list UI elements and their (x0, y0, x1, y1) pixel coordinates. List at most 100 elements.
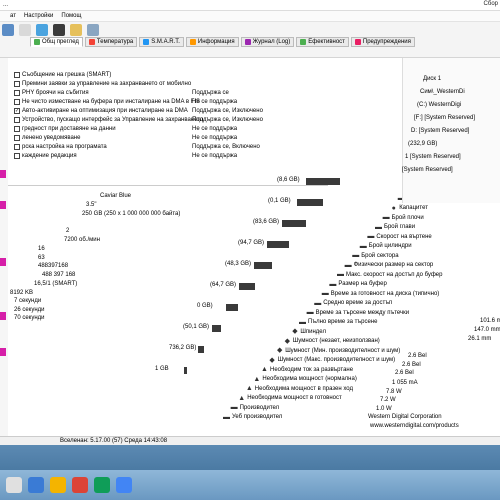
tab-temperature[interactable]: Температура (84, 37, 138, 47)
info-icon: ▬ (344, 261, 352, 269)
right-panel-item[interactable]: [System Reserved] (402, 167, 453, 173)
info-icon (189, 39, 196, 45)
info-row: ◆ Шумност (Макс. производителност и шум) (269, 357, 395, 364)
feature-checkbox[interactable] (14, 99, 20, 105)
right-panel-item[interactable]: D: [System Reserved] (411, 128, 469, 134)
info-icon: ▲ (261, 366, 268, 373)
back-icon[interactable] (2, 24, 14, 36)
tools-icon[interactable] (70, 24, 82, 36)
feature-checkbox[interactable] (14, 81, 20, 87)
info-label: Брой сектора (361, 252, 399, 259)
info-value: 26.1 mm (468, 336, 492, 342)
info-value: 147.0 mm (474, 327, 500, 333)
folder-icon[interactable] (50, 477, 66, 493)
disk-value: Caviar Blue (100, 193, 132, 199)
tab-log[interactable]: Журнал (Log) (240, 37, 295, 47)
feature-value: Поддържа се, Изключено (192, 117, 263, 123)
app2-icon[interactable] (94, 477, 110, 493)
info-value: 1.0 W (376, 406, 392, 412)
info-row: ◆ Шумност (незает, неизползван) (284, 338, 380, 345)
tab-warnings[interactable]: Предупреждения (350, 37, 415, 47)
info-label: Макс. скорост на достъп до буфер (346, 271, 443, 278)
info-icon: ▲ (253, 375, 261, 383)
feature-label: PHY броячи на събития (22, 90, 89, 96)
info-row: ▬ Средно време за достъп (314, 300, 392, 307)
info-icon: ▬ (329, 280, 337, 288)
info-icon: ▲ (245, 385, 253, 392)
info-value: www.westerndigital.com/products (370, 423, 459, 429)
info-label: Шумност (Мин. производителност и шум) (285, 347, 401, 354)
info-label: Необходима мощност в празен ход (254, 385, 353, 392)
smart-icon (143, 39, 150, 45)
right-panel-item[interactable]: (C:) WesternDigi (417, 102, 461, 108)
feature-row: Съобщение на грешка (SMART) (14, 72, 111, 78)
monitor-icon[interactable] (53, 24, 65, 36)
feature-checkbox[interactable] (14, 144, 20, 150)
info-row: ▲ Необходима мощност в готовност (238, 395, 342, 402)
disk-value: 7 секунди (14, 298, 42, 304)
disk-value: 63 (38, 255, 45, 261)
info-label: Брой плочи (391, 214, 424, 221)
feature-checkbox[interactable] (14, 153, 20, 159)
info-icon: ◆ (292, 328, 298, 335)
feature-value: Поддържа се (192, 90, 229, 96)
feature-checkbox[interactable] (14, 135, 20, 141)
feature-row: PHY броячи на събития (14, 90, 89, 96)
feature-row: Премини заявки за управление на захранва… (14, 81, 191, 87)
feature-row: гредност при доставяне на данни (14, 126, 116, 132)
disk-value: 16,5/1 (SMART) (34, 281, 78, 287)
feature-checkbox[interactable] (14, 108, 20, 114)
feature-checkbox[interactable] (14, 117, 20, 123)
right-panel-item[interactable]: [F:] [System Reserved] (414, 115, 475, 121)
partition-label: (8,6 GB) (276, 177, 301, 183)
tab-label: Журнал (Log) (252, 39, 291, 45)
menu-settings[interactable]: Настройки (24, 13, 53, 19)
title-bar: ... Сбор (0, 0, 500, 11)
partition-bar (267, 241, 289, 248)
app3-icon[interactable] (116, 477, 132, 493)
tab-information[interactable]: Информация (185, 37, 239, 47)
feature-checkbox[interactable] (14, 126, 20, 132)
tab-performance[interactable]: Ефективност (296, 37, 349, 47)
settings-icon[interactable] (87, 24, 99, 36)
feature-label: Устройство, пускащо интерфейс за Управле… (22, 117, 204, 123)
refresh-icon[interactable] (19, 24, 31, 36)
info-row: ● Капацитет (390, 205, 428, 212)
right-panel-item[interactable]: (232,9 GB) (408, 141, 437, 147)
menu-file[interactable]: ат (10, 13, 16, 19)
info-row: ▬ Време за търсене между пътечки (307, 309, 410, 316)
info-icon: ◆ (276, 347, 283, 354)
partition-bar (254, 262, 272, 269)
app-icon[interactable] (72, 477, 88, 493)
menu-help[interactable]: Помощ (61, 13, 81, 19)
feature-checkbox[interactable] (14, 90, 20, 96)
feature-label: Премини заявки за управление на захранва… (22, 81, 192, 87)
disk-icon[interactable] (36, 24, 48, 36)
info-label: Производител (239, 404, 280, 411)
status-bar: Вселенан: 5.17.00 (57) Среда 14:43:08 (0, 436, 500, 445)
right-panel-item[interactable]: Диск 1 (423, 76, 441, 82)
feature-value: Поддържа се, Изключено (192, 108, 263, 114)
info-row: ▬ Физически размер на сектор (345, 262, 434, 269)
info-label: Време за търсене между пътечки (315, 309, 410, 316)
browser-icon[interactable] (28, 477, 44, 493)
partition-label: 1 GB (154, 366, 170, 372)
info-row: ▬ Време за готовност на диска (типично) (322, 290, 440, 297)
partition-bar (184, 367, 187, 374)
left-marker (0, 201, 6, 209)
right-panel-item[interactable]: 1 [System Reserved] (405, 154, 461, 160)
disk-value: 8192 KB (10, 290, 34, 296)
right-panel-item[interactable]: Сим\_WesternDi (420, 89, 465, 95)
left-marker (0, 312, 6, 320)
info-value: Western Digital Corporation (368, 414, 442, 420)
tab-smart[interactable]: S.M.A.R.T. (139, 37, 184, 47)
tab-label: S.M.A.R.T. (151, 39, 180, 45)
tab-overview[interactable]: Общ преглед (30, 37, 83, 47)
start-icon[interactable] (6, 477, 22, 493)
info-label: Физически размер на сектор (353, 262, 434, 268)
info-icon: ● (391, 204, 396, 212)
feature-checkbox[interactable] (14, 72, 20, 78)
info-value: 101.6 mm (480, 318, 500, 324)
feature-row: Авто-активиране на оптимизация при инста… (14, 108, 188, 114)
partition-label: 736,2 GB) (168, 345, 198, 351)
